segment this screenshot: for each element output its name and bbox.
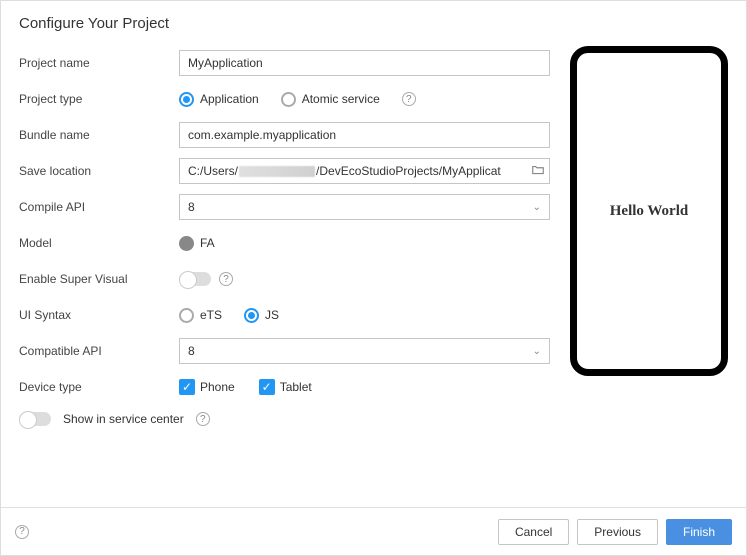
checkbox-label: Tablet: [280, 380, 312, 394]
compile-api-select[interactable]: 8 ⌄: [179, 194, 550, 220]
radio-label: JS: [265, 308, 279, 322]
compatible-api-label: Compatible API: [19, 344, 179, 358]
service-center-toggle[interactable]: [19, 412, 51, 426]
device-preview: Hello World: [570, 46, 728, 426]
project-type-label: Project type: [19, 92, 179, 106]
path-prefix: C:/Users/: [188, 164, 238, 178]
previous-button[interactable]: Previous: [577, 519, 658, 545]
radio-icon: [179, 236, 194, 251]
super-visual-label: Enable Super Visual: [19, 272, 179, 286]
page-title: Configure Your Project: [19, 15, 728, 32]
device-phone-checkbox[interactable]: ✓ Phone: [179, 379, 235, 395]
project-name-input[interactable]: [179, 50, 550, 76]
radio-icon: [179, 92, 194, 107]
finish-button[interactable]: Finish: [666, 519, 732, 545]
radio-label: Application: [200, 92, 259, 106]
checkbox-label: Phone: [200, 380, 235, 394]
save-location-input[interactable]: C:/Users/ /DevEcoStudioProjects/MyApplic…: [179, 158, 550, 184]
radio-icon: [281, 92, 296, 107]
project-name-label: Project name: [19, 56, 179, 70]
redacted-text: [239, 166, 315, 177]
chevron-down-icon: ⌄: [533, 202, 541, 213]
help-icon[interactable]: ?: [15, 525, 29, 539]
bundle-name-input[interactable]: [179, 122, 550, 148]
ui-syntax-ets-radio[interactable]: eTS: [179, 308, 222, 323]
model-fa-radio[interactable]: FA: [179, 236, 215, 251]
model-label: Model: [19, 236, 179, 250]
super-visual-toggle[interactable]: [179, 272, 211, 286]
radio-label: eTS: [200, 308, 222, 322]
ui-syntax-label: UI Syntax: [19, 308, 179, 322]
radio-icon: [179, 308, 194, 323]
phone-frame: Hello World: [570, 46, 728, 376]
compile-api-label: Compile API: [19, 200, 179, 214]
cancel-button[interactable]: Cancel: [498, 519, 569, 545]
preview-text: Hello World: [610, 203, 688, 220]
device-type-label: Device type: [19, 380, 179, 394]
radio-label: Atomic service: [302, 92, 380, 106]
help-icon[interactable]: ?: [219, 272, 233, 286]
chevron-down-icon: ⌄: [533, 346, 541, 357]
ui-syntax-js-radio[interactable]: JS: [244, 308, 279, 323]
help-icon[interactable]: ?: [196, 412, 210, 426]
radio-icon: [244, 308, 259, 323]
check-icon: ✓: [259, 379, 275, 395]
service-center-label: Show in service center: [63, 412, 184, 426]
folder-icon[interactable]: [531, 163, 545, 180]
project-type-application-radio[interactable]: Application: [179, 92, 259, 107]
compatible-api-select[interactable]: 8 ⌄: [179, 338, 550, 364]
help-icon[interactable]: ?: [402, 92, 416, 106]
select-value: 8: [188, 344, 195, 358]
bundle-name-label: Bundle name: [19, 128, 179, 142]
path-suffix: /DevEcoStudioProjects/MyApplicat: [316, 164, 501, 178]
radio-label: FA: [200, 236, 215, 250]
check-icon: ✓: [179, 379, 195, 395]
project-type-atomic-radio[interactable]: Atomic service: [281, 92, 380, 107]
save-location-label: Save location: [19, 164, 179, 178]
device-tablet-checkbox[interactable]: ✓ Tablet: [259, 379, 312, 395]
select-value: 8: [188, 200, 195, 214]
